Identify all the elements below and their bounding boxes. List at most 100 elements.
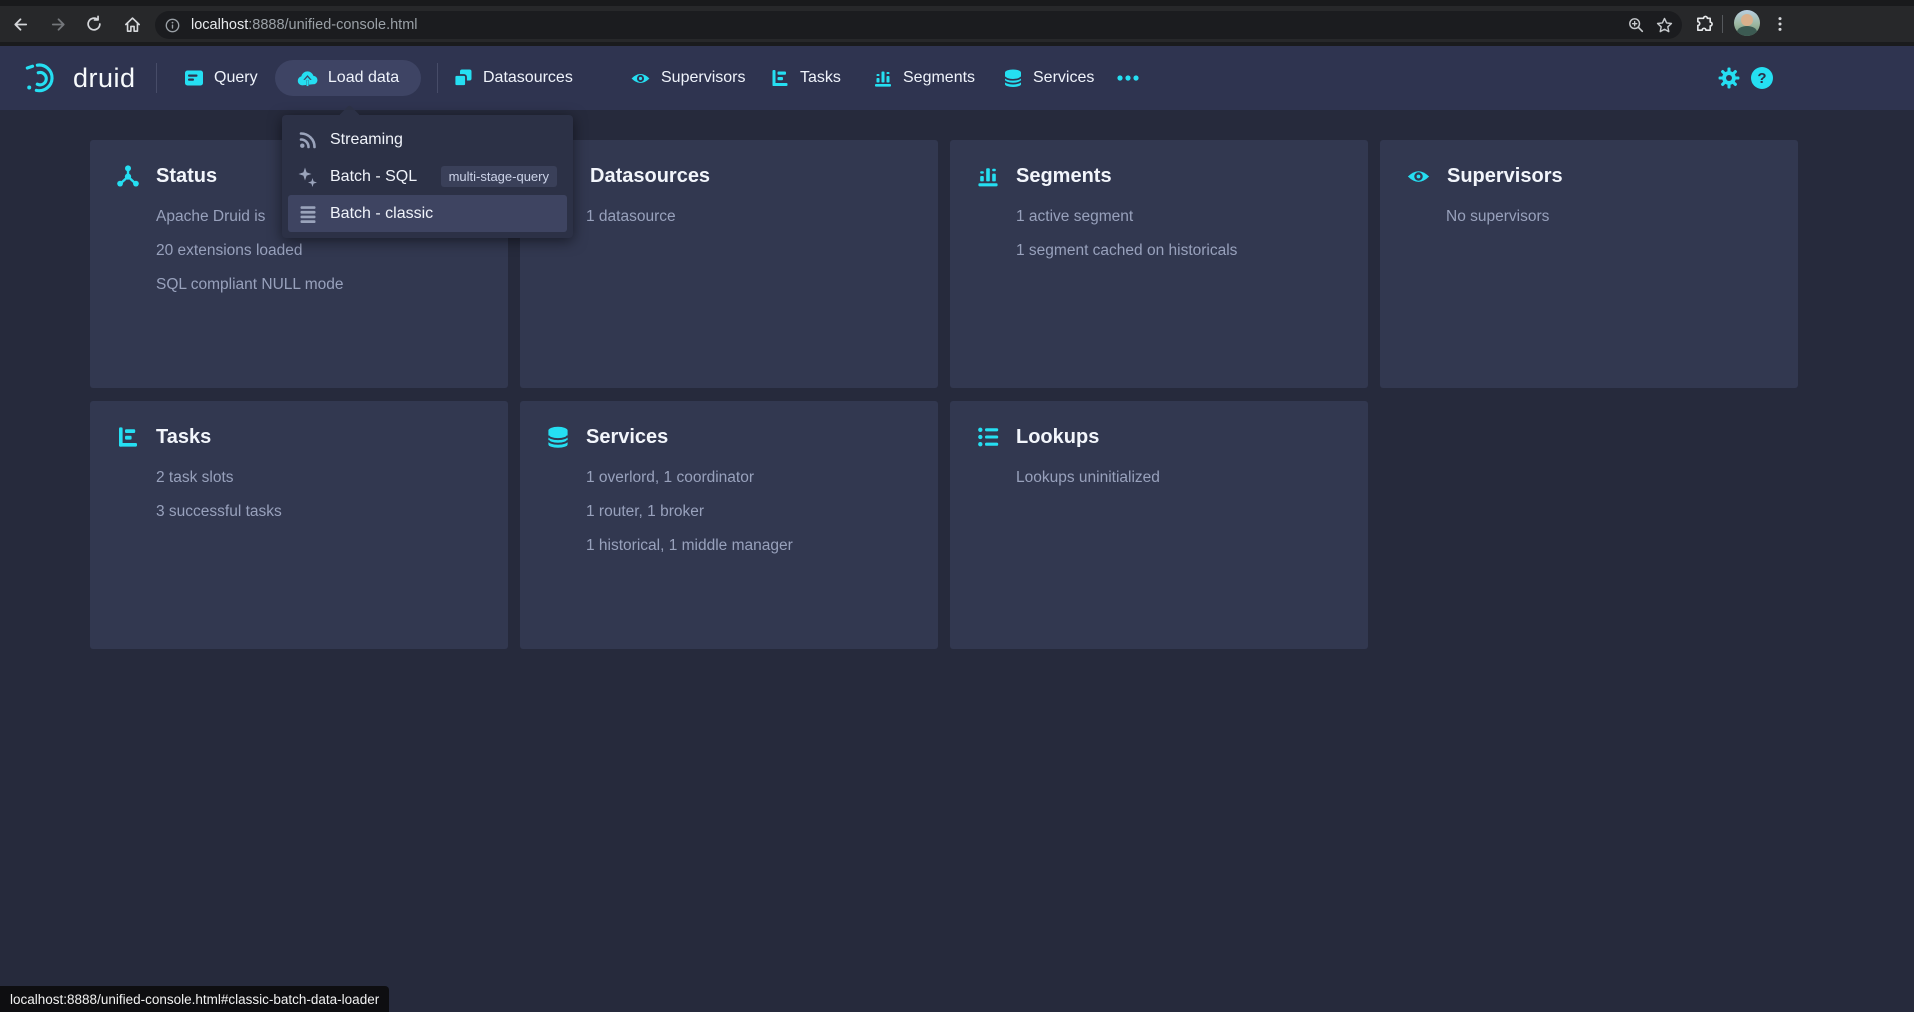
druid-brand[interactable]: druid	[24, 46, 136, 110]
sparkles-icon	[298, 167, 318, 187]
settings-button[interactable]	[1718, 67, 1740, 89]
nav-label: Datasources	[483, 69, 573, 87]
home-icon	[123, 15, 142, 34]
profile-avatar[interactable]	[1734, 10, 1760, 36]
info-icon[interactable]	[164, 17, 181, 34]
segments-line: 1 active segment	[1016, 200, 1352, 234]
nav-label: Segments	[903, 69, 975, 87]
menu-item-batch-classic[interactable]: Batch - classic	[288, 195, 567, 232]
supervisors-line: No supervisors	[1446, 200, 1782, 234]
properties-icon	[976, 425, 1000, 449]
supervisors-card[interactable]: Supervisors No supervisors	[1380, 140, 1798, 388]
help-icon: ?	[1751, 67, 1773, 89]
help-button[interactable]: ?	[1751, 67, 1773, 89]
nav-item-datasources[interactable]: Datasources	[439, 46, 587, 110]
lookups-card[interactable]: Lookups Lookups uninitialized	[950, 401, 1368, 649]
status-line: 20 extensions loaded	[156, 234, 492, 268]
card-title: Services	[586, 426, 668, 449]
nav-item-segments[interactable]: Segments	[859, 46, 989, 110]
url-text: localhost:8888/unified-console.html	[191, 17, 418, 33]
browser-menu-button[interactable]	[1764, 8, 1796, 40]
list-icon	[298, 204, 318, 224]
menu-label: Batch - classic	[330, 205, 433, 223]
gantt-icon	[770, 68, 790, 88]
console-icon	[184, 68, 204, 88]
gear-icon	[1718, 67, 1740, 89]
avatar-body	[1737, 26, 1757, 36]
browser-toolbar: localhost:8888/unified-console.html	[0, 0, 1914, 46]
lookups-line: Lookups uninitialized	[1016, 461, 1352, 495]
menu-label: Batch - SQL	[330, 168, 417, 186]
cloud-upload-icon	[297, 68, 318, 89]
menu-label: Streaming	[330, 131, 403, 149]
load-data-menu: Streaming Batch - SQL multi-stage-query …	[282, 115, 573, 238]
card-title: Datasources	[590, 165, 710, 188]
url-host: localhost	[191, 17, 248, 33]
nav-divider	[156, 63, 157, 93]
card-title: Segments	[1016, 165, 1112, 188]
menu-item-streaming[interactable]: Streaming	[288, 121, 567, 158]
datasources-card[interactable]: Datasources 1 datasource	[520, 140, 938, 388]
stacked-panels-icon	[453, 68, 473, 88]
services-card[interactable]: Services 1 overlord, 1 coordinator 1 rou…	[520, 401, 938, 649]
bookmark-star-icon[interactable]	[1655, 16, 1674, 35]
bar-chart-icon	[976, 164, 1000, 188]
link-preview-statusbar: localhost:8888/unified-console.html#clas…	[0, 986, 389, 1012]
kebab-menu-icon	[1771, 15, 1789, 33]
nav-label: Query	[214, 69, 258, 87]
database-icon	[1003, 68, 1023, 88]
reload-button[interactable]	[78, 8, 110, 40]
nav-label: Tasks	[800, 69, 841, 87]
brand-name: druid	[73, 63, 136, 94]
datasources-line: 1 datasource	[586, 200, 922, 234]
services-line: 1 router, 1 broker	[586, 495, 922, 529]
nav-label: Supervisors	[661, 69, 745, 87]
nav-item-supervisors[interactable]: Supervisors	[616, 46, 759, 110]
nav-label: Services	[1033, 69, 1094, 87]
card-title: Lookups	[1016, 426, 1099, 449]
nav-divider	[437, 63, 438, 93]
tasks-line: 3 successful tasks	[156, 495, 492, 529]
zoom-icon[interactable]	[1627, 16, 1645, 34]
nav-item-services[interactable]: Services	[989, 46, 1108, 110]
screen: localhost:8888/unified-console.html	[0, 0, 1914, 1012]
eye-icon	[1406, 164, 1431, 189]
database-icon	[546, 425, 570, 449]
home-button[interactable]	[116, 8, 148, 40]
gantt-icon	[116, 425, 140, 449]
avatar-face	[1741, 14, 1753, 26]
more-dots-icon	[1116, 74, 1140, 82]
segments-card[interactable]: Segments 1 active segment 1 segment cach…	[950, 140, 1368, 388]
eye-icon	[630, 68, 651, 89]
nav-label: Load data	[328, 69, 399, 87]
menu-item-batch-sql[interactable]: Batch - SQL multi-stage-query	[288, 158, 567, 195]
multi-stage-query-badge: multi-stage-query	[441, 166, 557, 187]
nav-item-query[interactable]: Query	[170, 46, 272, 110]
feed-icon	[298, 130, 318, 150]
card-title: Tasks	[156, 426, 211, 449]
segments-line: 1 segment cached on historicals	[1016, 234, 1352, 268]
puzzle-icon	[1695, 15, 1714, 34]
graph-icon	[116, 164, 140, 188]
card-title: Status	[156, 165, 217, 188]
reload-icon	[85, 15, 103, 33]
toolbar-separator	[1722, 15, 1723, 33]
nav-item-load-data[interactable]: Load data	[275, 60, 421, 96]
url-bar[interactable]: localhost:8888/unified-console.html	[155, 11, 1682, 39]
tasks-card[interactable]: Tasks 2 task slots 3 successful tasks	[90, 401, 508, 649]
extensions-button[interactable]	[1688, 8, 1720, 40]
nav-item-tasks[interactable]: Tasks	[756, 46, 855, 110]
status-line: SQL compliant NULL mode	[156, 268, 492, 302]
bar-chart-icon	[873, 68, 893, 88]
tasks-line: 2 task slots	[156, 461, 492, 495]
forward-icon	[49, 15, 68, 34]
nav-more-button[interactable]	[1105, 46, 1151, 110]
url-path: :8888/unified-console.html	[248, 17, 417, 33]
services-line: 1 historical, 1 middle manager	[586, 529, 922, 563]
services-line: 1 overlord, 1 coordinator	[586, 461, 922, 495]
druid-logo-icon	[24, 60, 62, 96]
forward-button[interactable]	[42, 8, 74, 40]
app-header: druid Query Load data	[0, 46, 1914, 110]
back-button[interactable]	[4, 8, 36, 40]
back-icon	[11, 15, 30, 34]
